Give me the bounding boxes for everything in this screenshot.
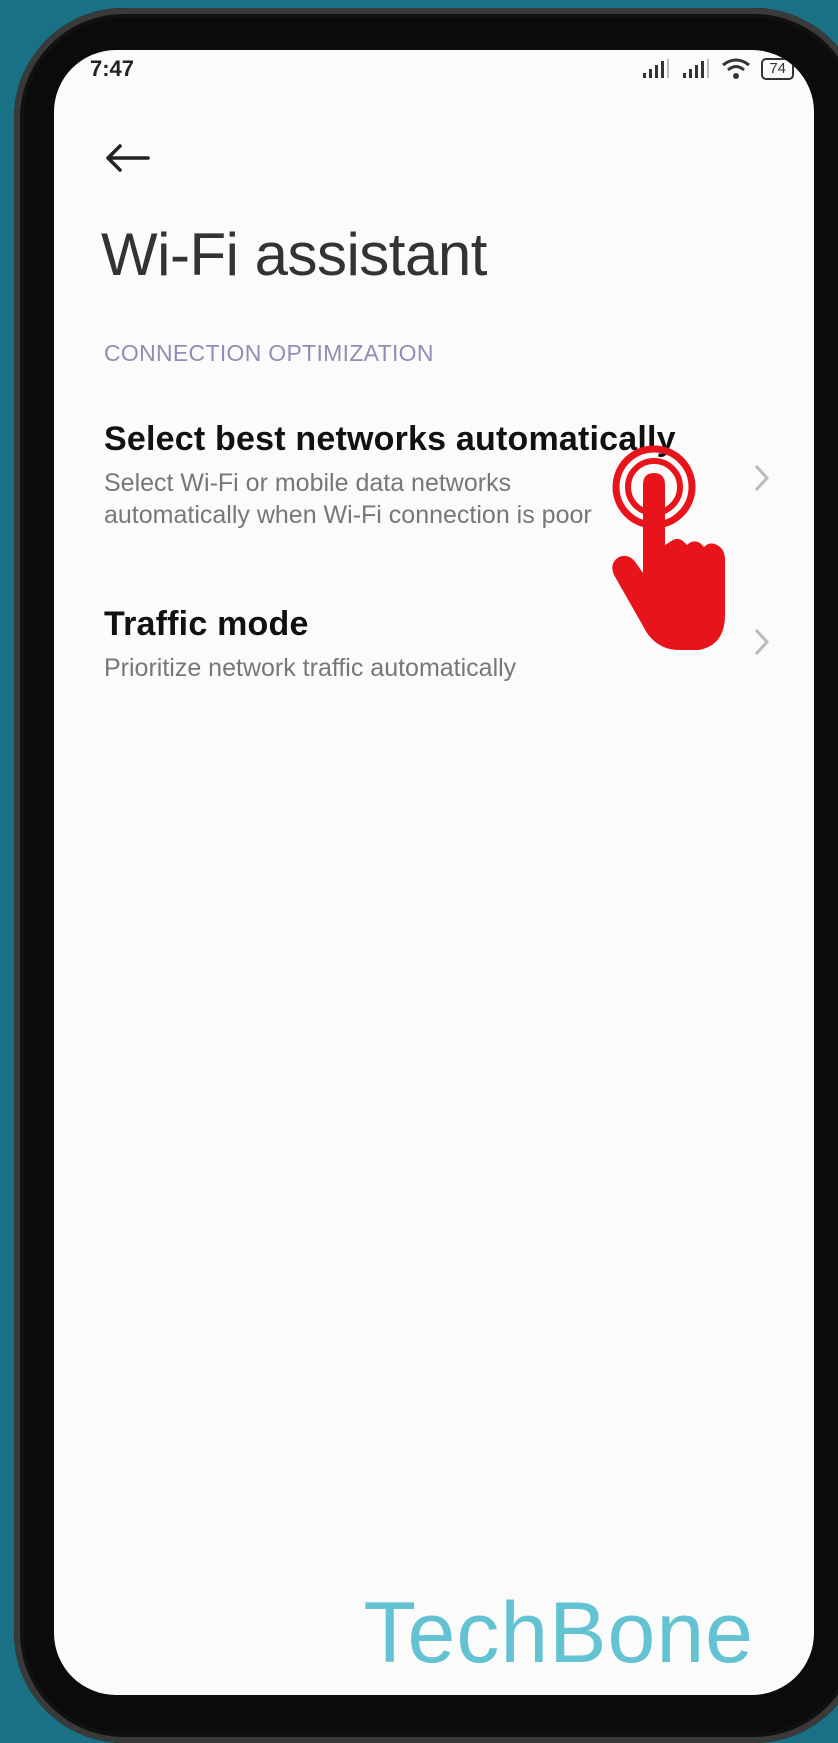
back-arrow-icon <box>106 144 150 172</box>
watermark-logo: TechBone <box>363 1585 754 1681</box>
signal-icon <box>683 59 710 78</box>
screen: 7:47 74 Wi-Fi assistant CONNECTION OPTIM… <box>54 50 814 1695</box>
battery-level: 74 <box>769 60 786 77</box>
list-item-subtitle: Prioritize network traffic automatically <box>104 654 517 682</box>
wifi-icon <box>722 58 751 79</box>
status-time: 7:47 <box>90 56 135 81</box>
list-item-subtitle: Select Wi-Fi or mobile data networks aut… <box>104 469 592 529</box>
page-title: Wi-Fi assistant <box>101 221 487 288</box>
signal-icon <box>643 59 670 78</box>
section-header: CONNECTION OPTIMIZATION <box>104 340 434 366</box>
status-icons: 74 <box>641 58 794 80</box>
tap-hand-icon <box>612 445 725 650</box>
status-bar: 7:47 74 <box>54 50 814 90</box>
battery-icon: 74 <box>761 58 794 80</box>
back-button[interactable] <box>104 128 164 188</box>
